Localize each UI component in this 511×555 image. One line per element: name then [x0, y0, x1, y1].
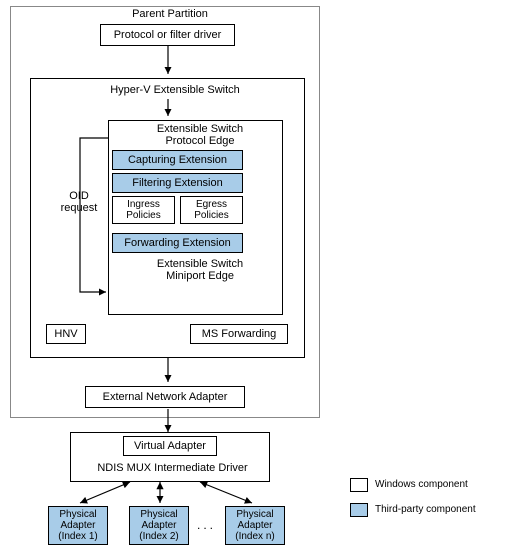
legend-windows-swatch	[350, 478, 368, 492]
virtual-adapter-text: Virtual Adapter	[134, 440, 206, 452]
ms-forwarding-box: MS Forwarding	[190, 324, 288, 344]
parent-partition-label: Parent Partition	[120, 8, 220, 20]
protocol-driver-text: Protocol or filter driver	[114, 29, 222, 41]
capturing-extension-box: Capturing Extension	[112, 150, 243, 170]
hnv-text: HNV	[54, 328, 77, 340]
oid-request-label: OID request	[55, 190, 103, 214]
ellipsis-dots: ...	[197, 518, 216, 532]
egress-policies-box: Egress Policies	[180, 196, 243, 224]
protocol-driver-box: Protocol or filter driver	[100, 24, 235, 46]
legend-thirdparty-swatch	[350, 503, 368, 517]
hnv-box: HNV	[46, 324, 86, 344]
capturing-extension-text: Capturing Extension	[128, 154, 227, 166]
filtering-extension-box: Filtering Extension	[112, 173, 243, 193]
external-adapter-text: External Network Adapter	[103, 391, 228, 403]
physical-adapter-1-box: Physical Adapter (Index 1)	[48, 506, 108, 545]
protocol-edge-label: Extensible Switch Protocol Edge	[140, 123, 260, 147]
ingress-policies-box: Ingress Policies	[112, 196, 175, 224]
miniport-edge-label: Extensible Switch Miniport Edge	[140, 258, 260, 282]
legend-windows-text: Windows component	[375, 479, 468, 490]
physical-adapter-2-box: Physical Adapter (Index 2)	[129, 506, 189, 545]
hyperv-switch-label: Hyper-V Extensible Switch	[95, 84, 255, 96]
external-adapter-box: External Network Adapter	[85, 386, 245, 408]
legend-thirdparty-text: Third-party component	[375, 504, 476, 515]
ndis-mux-label: NDIS MUX Intermediate Driver	[90, 462, 255, 474]
virtual-adapter-box: Virtual Adapter	[123, 436, 217, 456]
forwarding-extension-box: Forwarding Extension	[112, 233, 243, 253]
forwarding-extension-text: Forwarding Extension	[124, 237, 230, 249]
physical-adapter-n-box: Physical Adapter (Index n)	[225, 506, 285, 545]
filtering-extension-text: Filtering Extension	[132, 177, 223, 189]
ms-forwarding-text: MS Forwarding	[202, 328, 277, 340]
